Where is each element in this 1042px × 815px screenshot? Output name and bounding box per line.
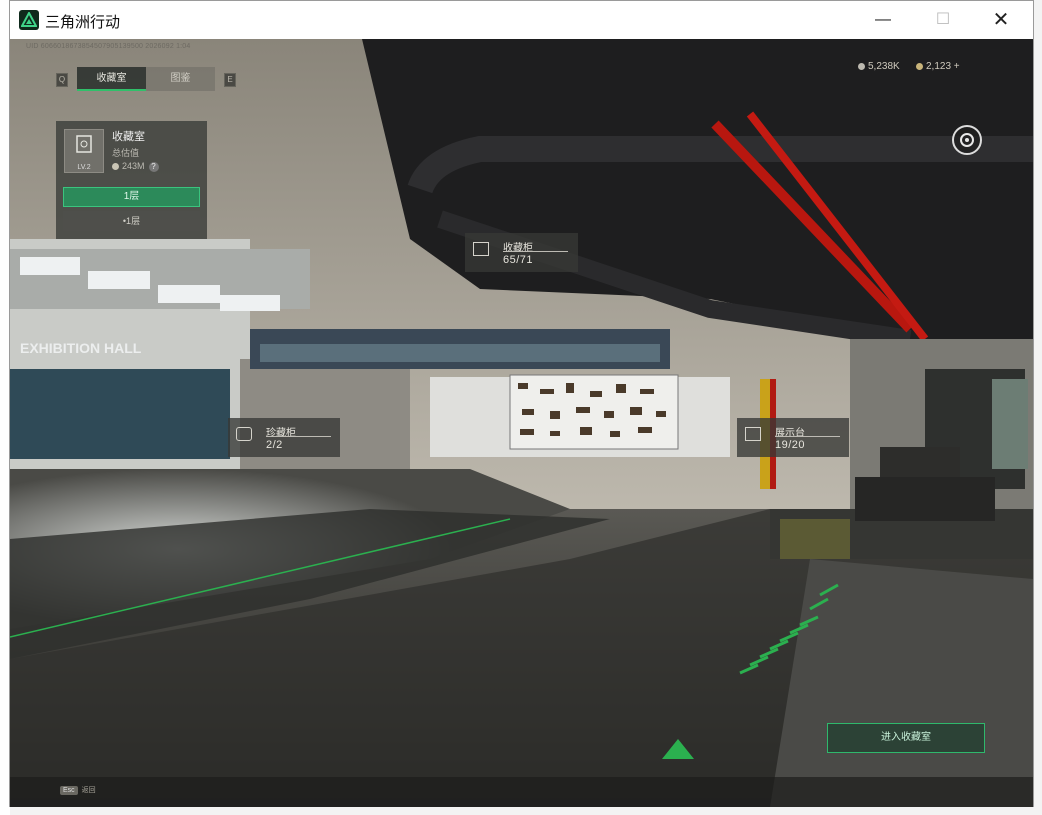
tab-catalog[interactable]: 图鉴 bbox=[146, 67, 215, 91]
stand-icon bbox=[745, 427, 761, 441]
tab-bar: 收藏室 图鉴 bbox=[77, 67, 215, 91]
esc-label: 返回 bbox=[81, 787, 96, 794]
esc-key: Esc bbox=[60, 786, 78, 795]
close-button[interactable]: ✕ bbox=[978, 1, 1024, 39]
total-value: 243M? bbox=[112, 161, 159, 172]
help-icon[interactable]: ? bbox=[148, 162, 159, 172]
cabinet-icon bbox=[76, 135, 92, 153]
minimize-button[interactable]: — bbox=[860, 1, 906, 39]
window-title: 三角洲行动 bbox=[45, 13, 121, 31]
coin-amount: 5,238K bbox=[868, 61, 900, 72]
coin-icon bbox=[112, 163, 119, 171]
tag-divider bbox=[503, 251, 568, 252]
tab-collection-room[interactable]: 收藏室 bbox=[77, 67, 146, 91]
tag-count: 19/20 bbox=[775, 439, 806, 451]
tag-collection-cabinet[interactable]: 收藏柜 65/71 bbox=[465, 233, 578, 272]
tag-divider bbox=[775, 436, 840, 437]
floor-switch-button[interactable]: •1层 bbox=[63, 211, 200, 231]
tab-next-button[interactable]: E bbox=[224, 73, 236, 87]
tag-display-stand[interactable]: 展示台 19/20 bbox=[737, 418, 849, 457]
ticket-amount: 2,123 + bbox=[926, 61, 960, 72]
floor-1-button[interactable]: 1层 bbox=[63, 187, 200, 207]
game-window: 三角洲行动 — ☐ ✕ EXHIBITION HALL UID 60660186… bbox=[9, 0, 1034, 807]
tag-treasure-cabinet[interactable]: 珍藏柜 2/2 bbox=[228, 418, 340, 457]
camera-view-icon[interactable] bbox=[952, 125, 982, 155]
uid-text: UID 6066018673854507905139500 2026092 1:… bbox=[26, 43, 191, 50]
room-info-panel: LV.2 收藏室 总估值 243M? 1层 •1层 bbox=[56, 121, 207, 239]
ticket-balance[interactable]: 2,123 + bbox=[916, 61, 960, 72]
room-thumbnail: LV.2 bbox=[64, 129, 104, 173]
app-icon bbox=[19, 10, 39, 30]
total-value-amount: 243M bbox=[122, 161, 145, 171]
esc-hint[interactable]: Esc 返回 bbox=[60, 785, 96, 795]
tag-divider bbox=[266, 436, 331, 437]
level-label: LV.2 bbox=[77, 164, 91, 171]
lock-icon bbox=[236, 427, 252, 441]
ticket-icon bbox=[916, 63, 923, 70]
cabinet-icon bbox=[473, 242, 489, 256]
tab-prev-button[interactable]: Q bbox=[56, 73, 68, 87]
coin-icon bbox=[858, 63, 865, 70]
tag-count: 65/71 bbox=[503, 254, 534, 266]
total-value-label: 总估值 bbox=[112, 148, 140, 158]
coin-balance: 5,238K bbox=[858, 61, 900, 72]
tag-count: 2/2 bbox=[266, 439, 283, 451]
game-viewport: EXHIBITION HALL UID 60660186738545079051… bbox=[10, 39, 1033, 807]
room-name: 收藏室 bbox=[112, 131, 145, 143]
title-bar: 三角洲行动 — ☐ ✕ bbox=[10, 1, 1033, 39]
enter-collection-room-button[interactable]: 进入收藏室 bbox=[827, 723, 985, 753]
maximize-button[interactable]: ☐ bbox=[920, 1, 966, 39]
hall-sign: EXHIBITION HALL bbox=[20, 340, 142, 356]
